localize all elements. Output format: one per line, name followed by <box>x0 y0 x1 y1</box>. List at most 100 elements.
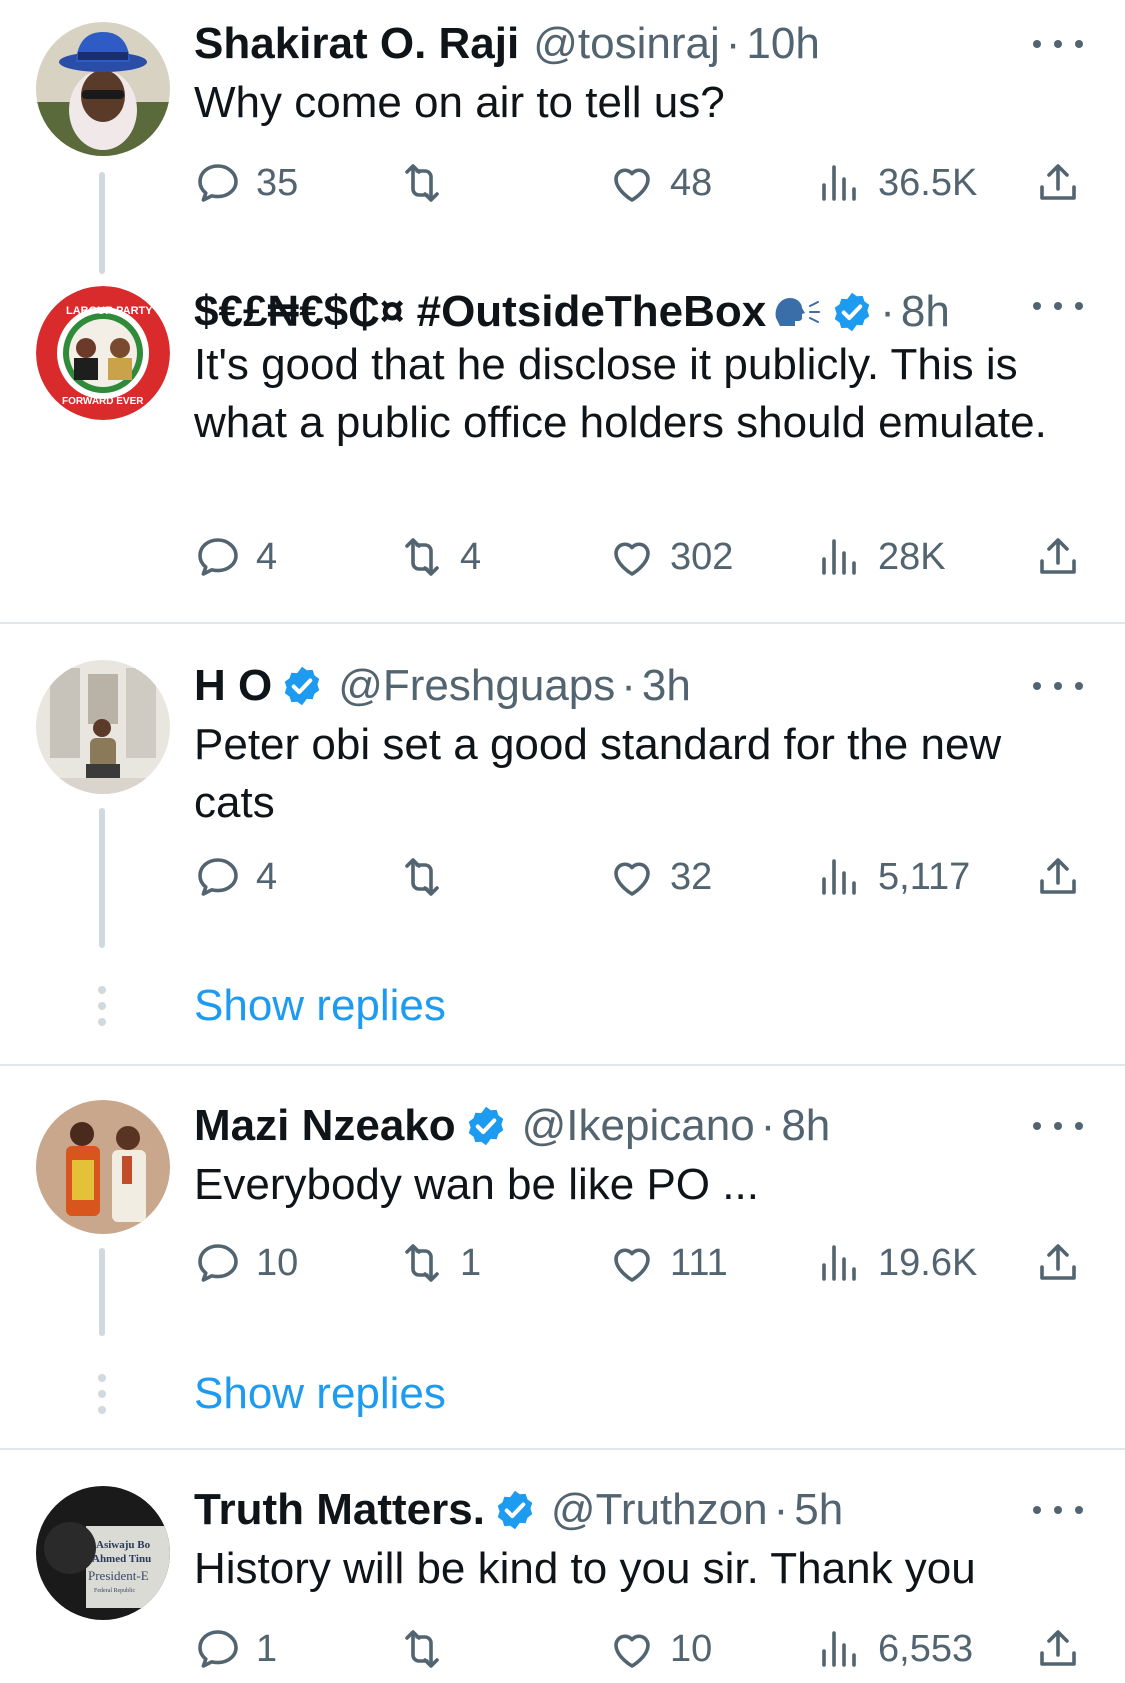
like-button[interactable]: 48 <box>608 158 712 208</box>
reply-button[interactable]: 4 <box>194 852 277 902</box>
share-button[interactable] <box>1034 1624 1082 1674</box>
retweet-button[interactable]: 1 <box>398 1238 481 1288</box>
thread-line <box>99 808 105 948</box>
share-button[interactable] <box>1034 1238 1082 1288</box>
tweet[interactable]: Asiwaju Bo Ahmed Tinu President-E Federa… <box>0 1466 1125 1683</box>
avatar-text-line: Federal Republic <box>94 1588 135 1594</box>
view-count: 19.6K <box>878 1241 978 1284</box>
tweet[interactable]: H O @Freshguaps · 3h Peter obi set a goo… <box>0 640 1125 1060</box>
avatar[interactable] <box>36 1100 170 1234</box>
views-icon <box>822 539 856 575</box>
share-icon <box>1040 858 1076 894</box>
like-count: 48 <box>670 161 713 204</box>
verified-badge-icon[interactable] <box>464 1104 508 1148</box>
tweet-header: H O @Freshguaps · 3h <box>194 658 995 714</box>
verified-badge-icon[interactable] <box>830 290 874 334</box>
avatar[interactable]: LABOUR PARTY FORWARD EVER <box>36 286 170 420</box>
tweet-text: Everybody wan be like PO ... <box>194 1160 759 1209</box>
action-bar: 10 1 111 19.6K <box>194 1238 1084 1288</box>
views-icon <box>822 859 856 895</box>
share-button[interactable] <box>1034 532 1082 582</box>
reply-icon <box>198 538 238 576</box>
like-button[interactable]: 111 <box>608 1238 728 1288</box>
action-bar: 1 10 6,553 <box>194 1624 1084 1674</box>
reply-icon <box>198 1244 238 1282</box>
reply-button[interactable]: 10 <box>194 1238 298 1288</box>
like-button[interactable]: 32 <box>608 852 712 902</box>
retweet-icon <box>405 164 439 202</box>
separator: · <box>760 1101 776 1150</box>
separator: · <box>621 661 636 710</box>
views-button[interactable]: 5,117 <box>816 852 970 902</box>
avatar-text-line: Asiwaju Bo <box>96 1539 151 1551</box>
display-name[interactable]: $€£₦€$₵¤ #OutsideTheBox <box>194 284 766 340</box>
display-name[interactable]: Mazi Nzeako <box>194 1098 456 1154</box>
avatar-text-bottom: FORWARD EVER <box>62 396 144 407</box>
handle[interactable]: @Freshguaps <box>338 658 615 714</box>
retweet-button[interactable] <box>398 1624 460 1674</box>
reply-button[interactable]: 35 <box>194 158 298 208</box>
share-icon <box>1040 1630 1076 1666</box>
retweet-button[interactable]: 4 <box>398 532 481 582</box>
timestamp[interactable]: 8h <box>781 1098 830 1154</box>
thread-line <box>99 1248 105 1336</box>
display-name[interactable]: Truth Matters. <box>194 1482 485 1538</box>
timestamp[interactable]: 10h <box>746 16 819 72</box>
divider <box>0 1064 1125 1066</box>
retweet-button[interactable] <box>398 852 460 902</box>
more-icon[interactable] <box>1033 676 1083 696</box>
timestamp[interactable]: 5h <box>794 1482 843 1538</box>
like-button[interactable]: 302 <box>608 532 733 582</box>
display-name[interactable]: H O <box>194 658 272 714</box>
show-replies-link[interactable]: Show replies <box>194 978 446 1034</box>
more-icon[interactable] <box>1033 1500 1083 1520</box>
handle[interactable]: @Truthzon <box>551 1482 768 1538</box>
verified-badge-icon[interactable] <box>493 1488 537 1532</box>
speaking-head-icon <box>770 292 822 332</box>
timestamp[interactable]: 3h <box>642 658 691 714</box>
retweet-button[interactable] <box>398 158 460 208</box>
reply-count: 1 <box>256 1627 278 1670</box>
more-icon[interactable] <box>1033 34 1083 54</box>
like-button[interactable]: 10 <box>608 1624 712 1674</box>
show-replies-link[interactable]: Show replies <box>194 1366 446 1422</box>
handle[interactable]: @tosinraj <box>533 16 720 72</box>
share-button[interactable] <box>1034 852 1082 902</box>
avatar-text-line: President-E <box>88 1568 149 1583</box>
tweet-text: Why come on air to tell us? <box>194 78 725 127</box>
avatar[interactable]: Asiwaju Bo Ahmed Tinu President-E Federa… <box>36 1486 170 1620</box>
more-icon[interactable] <box>1033 296 1083 316</box>
timestamp[interactable]: 8h <box>901 284 950 340</box>
more-icon[interactable] <box>1033 1116 1083 1136</box>
reply-button[interactable]: 1 <box>194 1624 277 1674</box>
views-icon <box>822 165 856 201</box>
thread-line <box>99 172 105 274</box>
heart-icon <box>614 862 650 896</box>
retweet-icon <box>405 1630 439 1668</box>
like-count: 10 <box>670 1627 713 1670</box>
tweet-header: Mazi Nzeako @Ikepicano · 8h <box>194 1098 995 1154</box>
tweet-header: Truth Matters. @Truthzon · 5h <box>194 1482 995 1538</box>
separator: · <box>773 1485 789 1534</box>
action-bar: 35 48 36.5K <box>194 158 1084 208</box>
views-button[interactable]: 6,553 <box>816 1624 973 1674</box>
tweet[interactable]: LABOUR PARTY FORWARD EVER $€£₦€$₵¤ #Outs… <box>0 270 1125 622</box>
views-button[interactable]: 28K <box>816 532 946 582</box>
like-count: 111 <box>670 1241 728 1284</box>
tweet[interactable]: Mazi Nzeako @Ikepicano · 8h Everybody wa… <box>0 1082 1125 1442</box>
tweet[interactable]: Shakirat O. Raji @tosinraj · 10h Why com… <box>0 0 1125 280</box>
share-button[interactable] <box>1034 158 1082 208</box>
retweet-count: 1 <box>460 1241 482 1284</box>
handle[interactable]: @Ikepicano <box>522 1098 755 1154</box>
view-count: 36.5K <box>878 161 978 204</box>
avatar[interactable] <box>36 660 170 794</box>
reply-button[interactable]: 4 <box>194 532 277 582</box>
display-name[interactable]: Shakirat O. Raji <box>194 16 519 72</box>
views-button[interactable]: 19.6K <box>816 1238 977 1288</box>
verified-badge-icon[interactable] <box>280 664 324 708</box>
retweet-count: 4 <box>460 535 482 578</box>
views-button[interactable]: 36.5K <box>816 158 977 208</box>
more-replies-dots-icon <box>97 986 107 1026</box>
divider <box>0 1448 1125 1450</box>
avatar[interactable] <box>36 22 170 156</box>
